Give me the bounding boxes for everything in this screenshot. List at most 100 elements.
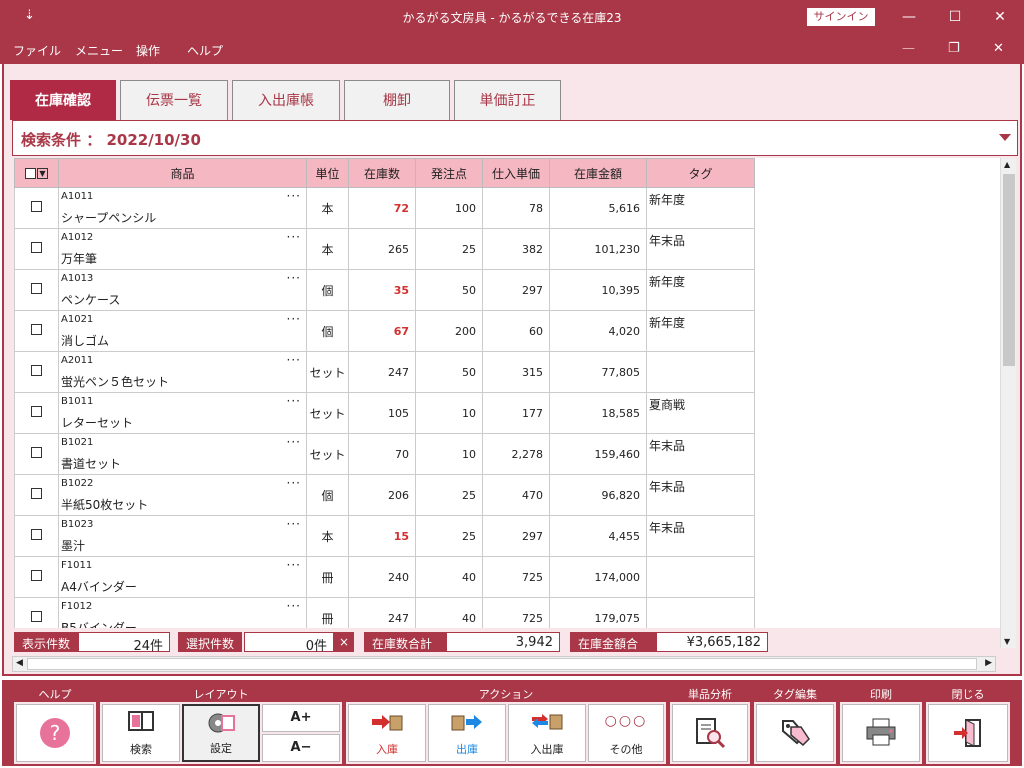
doc-minimize-icon[interactable]: —: [902, 41, 915, 56]
table-row[interactable]: A1011 ··· シャープペンシル 本 72 100 78 5,616 新年度: [14, 187, 755, 229]
chevron-down-icon[interactable]: [999, 134, 1011, 141]
row-menu-icon[interactable]: ···: [287, 394, 301, 408]
stock-inout-button[interactable]: 入出庫: [508, 704, 586, 762]
menu-menu[interactable]: メニュー: [75, 42, 123, 59]
tab-inout-ledger[interactable]: 入出庫帳: [232, 80, 340, 120]
horizontal-scrollbar[interactable]: ◀ ▶: [12, 656, 996, 672]
maximize-icon[interactable]: ☐: [940, 6, 970, 28]
row-menu-icon[interactable]: ···: [287, 517, 301, 531]
tab-inventory[interactable]: 棚卸: [344, 80, 450, 120]
row-checkbox[interactable]: [14, 228, 59, 270]
row-checkbox[interactable]: [14, 187, 59, 229]
row-menu-icon[interactable]: ···: [287, 435, 301, 449]
settings-button[interactable]: 設定: [182, 704, 260, 762]
table-row[interactable]: A1012 ··· 万年筆 本 265 25 382 101,230 年末品: [14, 228, 755, 270]
row-menu-icon[interactable]: ···: [287, 599, 301, 613]
row-menu-icon[interactable]: ···: [287, 558, 301, 572]
reorder-cell: 25: [415, 515, 483, 557]
clear-selection-button[interactable]: ×: [334, 632, 355, 652]
product-cell[interactable]: F1011 ··· A4バインダー: [58, 556, 307, 598]
product-cell[interactable]: A1013 ··· ペンケース: [58, 269, 307, 311]
search-condition-bar[interactable]: 検索条件 ： 2022/10/30: [12, 120, 1018, 156]
horizontal-scrollbar-thumb[interactable]: [27, 658, 977, 670]
row-checkbox[interactable]: [14, 269, 59, 311]
cost-cell: 297: [482, 269, 550, 311]
doc-close-icon[interactable]: ✕: [993, 41, 1004, 56]
stock-cell: 206: [348, 474, 416, 516]
unit-cell: セット: [306, 351, 349, 393]
row-menu-icon[interactable]: ···: [287, 189, 301, 203]
tab-stock[interactable]: 在庫確認: [10, 80, 116, 120]
table-row[interactable]: B1011 ··· レターセット セット 105 10 177 18,585 夏商戦: [14, 392, 755, 434]
exit-button[interactable]: [928, 704, 1008, 762]
stock-out-button[interactable]: 出庫: [428, 704, 506, 762]
table-row[interactable]: B1022 ··· 半紙50枚セット 個 206 25 470 96,820 年末品: [14, 474, 755, 516]
product-cell[interactable]: F1012 ··· B5バインダー: [58, 597, 307, 628]
font-decrease-button[interactable]: A−: [262, 734, 340, 762]
action-other-button[interactable]: ○○○ その他: [588, 704, 664, 762]
table-row[interactable]: A1013 ··· ペンケース 個 35 50 297 10,395 新年度: [14, 269, 755, 311]
tab-price-correction[interactable]: 単価訂正: [454, 80, 561, 120]
table-row[interactable]: A2011 ··· 蛍光ペン５色セット セット 247 50 315 77,805: [14, 351, 755, 393]
menu-help[interactable]: ヘルプ: [187, 42, 223, 59]
product-cell[interactable]: A1021 ··· 消しゴム: [58, 310, 307, 352]
stock-in-button[interactable]: 入庫: [348, 704, 426, 762]
amount-cell: 96,820: [549, 474, 647, 516]
signin-button[interactable]: サインイン: [807, 8, 875, 26]
column-header-tag[interactable]: タグ: [646, 158, 755, 188]
svg-text:?: ?: [50, 721, 61, 745]
row-checkbox[interactable]: [14, 351, 59, 393]
item-analysis-button[interactable]: [672, 704, 748, 762]
product-cell[interactable]: B1021 ··· 書道セット: [58, 433, 307, 475]
column-header-product[interactable]: 商品: [58, 158, 307, 188]
column-header-unit[interactable]: 単位: [306, 158, 349, 188]
amount-cell: 159,460: [549, 433, 647, 475]
column-header-reorder[interactable]: 発注点: [415, 158, 483, 188]
row-checkbox[interactable]: [14, 515, 59, 557]
row-checkbox[interactable]: [14, 474, 59, 516]
search-layout-button[interactable]: 検索: [102, 704, 180, 762]
minimize-icon[interactable]: —: [894, 6, 924, 28]
product-cell[interactable]: A1012 ··· 万年筆: [58, 228, 307, 270]
product-cell[interactable]: A1011 ··· シャープペンシル: [58, 187, 307, 229]
menu-operation[interactable]: 操作: [136, 42, 160, 59]
row-checkbox[interactable]: [14, 392, 59, 434]
close-icon[interactable]: ✕: [985, 6, 1015, 28]
product-cell[interactable]: A2011 ··· 蛍光ペン５色セット: [58, 351, 307, 393]
row-menu-icon[interactable]: ···: [287, 271, 301, 285]
column-header-amount[interactable]: 在庫金額: [549, 158, 647, 188]
table-row[interactable]: A1021 ··· 消しゴム 個 67 200 60 4,020 新年度: [14, 310, 755, 352]
column-header-stock[interactable]: 在庫数: [348, 158, 416, 188]
column-header-cost[interactable]: 仕入単価: [482, 158, 550, 188]
stock-in-icon: [372, 715, 403, 731]
scrollbar-thumb[interactable]: [1003, 174, 1015, 366]
vertical-scrollbar[interactable]: ▲ ▼: [1000, 158, 1016, 648]
row-menu-icon[interactable]: ···: [287, 312, 301, 326]
action-group-header: アクション: [346, 688, 666, 702]
row-menu-icon[interactable]: ···: [287, 230, 301, 244]
product-cell[interactable]: B1022 ··· 半紙50枚セット: [58, 474, 307, 516]
menu-file[interactable]: ファイル: [13, 42, 61, 59]
font-increase-button[interactable]: A+: [262, 704, 340, 732]
table-row[interactable]: B1023 ··· 墨汁 本 15 25 297 4,455 年末品: [14, 515, 755, 557]
table-row[interactable]: F1011 ··· A4バインダー 冊 240 40 725 174,000: [14, 556, 755, 598]
table-row[interactable]: F1012 ··· B5バインダー 冊 247 40 725 179,075: [14, 597, 755, 628]
row-checkbox[interactable]: [14, 310, 59, 352]
product-cell[interactable]: B1023 ··· 墨汁: [58, 515, 307, 557]
row-menu-icon[interactable]: ···: [287, 353, 301, 367]
doc-restore-icon[interactable]: ❐: [948, 41, 960, 56]
product-code: B1022: [61, 478, 94, 489]
reorder-cell: 25: [415, 474, 483, 516]
print-button[interactable]: [842, 704, 920, 762]
tag-edit-button[interactable]: [756, 704, 834, 762]
stock-cell: 35: [348, 269, 416, 311]
product-cell[interactable]: B1011 ··· レターセット: [58, 392, 307, 434]
row-menu-icon[interactable]: ···: [287, 476, 301, 490]
table-row[interactable]: B1021 ··· 書道セット セット 70 10 2,278 159,460 年末品: [14, 433, 755, 475]
select-all-header[interactable]: ▼: [14, 158, 59, 188]
row-checkbox[interactable]: [14, 556, 59, 598]
tab-slips[interactable]: 伝票一覧: [120, 80, 228, 120]
row-checkbox[interactable]: [14, 433, 59, 475]
help-button[interactable]: ?: [16, 704, 94, 762]
row-checkbox[interactable]: [14, 597, 59, 628]
